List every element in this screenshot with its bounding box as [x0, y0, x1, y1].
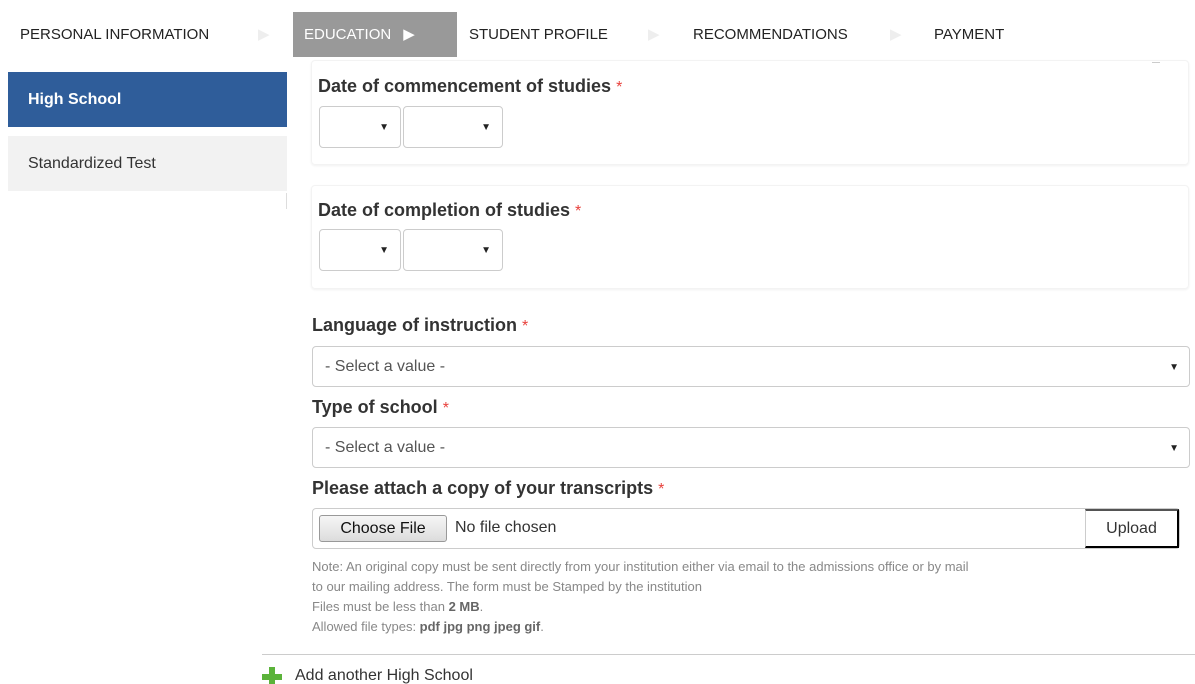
required-marker: *: [575, 203, 582, 220]
types-suffix: .: [540, 619, 544, 634]
plus-icon: [262, 667, 282, 684]
step-navigation: PERSONAL INFORMATION ▶ EDUCATION ▶ STUDEN…: [0, 12, 1195, 57]
note-line: Note: An original copy must be sent dire…: [312, 559, 969, 574]
step-label: STUDENT PROFILE: [469, 26, 608, 43]
select-value: - Select a value -: [325, 358, 446, 375]
step-arrow-icon: ▶: [258, 26, 270, 43]
note-line: to our mailing address. The form must be…: [312, 579, 702, 594]
file-status: No file chosen: [455, 519, 557, 536]
transcripts-label: Please attach a copy of your transcripts…: [312, 478, 664, 499]
required-marker: *: [522, 318, 529, 335]
completion-year-select[interactable]: ▼: [403, 229, 503, 271]
upload-note: Note: An original copy must be sent dire…: [312, 557, 1182, 637]
completion-label: Date of completion of studies *: [318, 200, 581, 221]
school-type-select[interactable]: - Select a value - ▼: [312, 427, 1190, 468]
transcript-file-input: Choose File No file chosen Upload: [312, 508, 1180, 549]
caret-down-icon: ▼: [1169, 362, 1179, 373]
step-arrow-icon: ▶: [890, 26, 902, 43]
size-value: 2 MB: [448, 599, 480, 614]
required-marker: *: [442, 400, 449, 417]
label-text: Date of completion of studies: [318, 200, 571, 220]
select-value: - Select a value -: [325, 439, 446, 456]
caret-down-icon: ▼: [379, 122, 389, 133]
commencement-label: Date of commencement of studies *: [318, 76, 622, 97]
label-text: Language of instruction: [312, 315, 517, 335]
types-value: pdf jpg png jpeg gif: [419, 619, 541, 634]
required-marker: *: [616, 79, 623, 96]
step-arrow-icon: ▶: [648, 26, 660, 43]
label-text: Please attach a copy of your transcripts: [312, 478, 654, 498]
step-label: RECOMMENDATIONS: [693, 26, 848, 43]
sidebar-item-standardized-test[interactable]: Standardized Test: [8, 136, 287, 191]
file-size-limit: Files must be less than 2 MB.: [312, 597, 1182, 617]
label-text: Type of school: [312, 397, 438, 417]
caret-down-icon: ▼: [481, 122, 491, 133]
step-label: PAYMENT: [934, 26, 1005, 43]
language-select[interactable]: - Select a value - ▼: [312, 346, 1190, 387]
size-prefix: Files must be less than: [312, 599, 449, 614]
types-prefix: Allowed file types:: [312, 619, 420, 634]
step-payment[interactable]: PAYMENT: [934, 12, 1004, 57]
step-label: EDUCATION: [304, 26, 392, 43]
caret-down-icon: ▼: [481, 245, 491, 256]
divider: [262, 654, 1195, 655]
step-recommendations[interactable]: RECOMMENDATIONS: [693, 12, 848, 57]
step-label: PERSONAL INFORMATION: [20, 26, 210, 43]
add-high-school-label: Add another High School: [295, 667, 473, 684]
required-marker: *: [658, 481, 665, 498]
step-personal-information[interactable]: PERSONAL INFORMATION: [20, 12, 209, 57]
completion-month-select[interactable]: ▼: [319, 229, 401, 271]
commencement-year-select[interactable]: ▼: [403, 106, 503, 148]
label-text: Date of commencement of studies: [318, 76, 612, 96]
choose-file-button[interactable]: Choose File: [319, 515, 447, 542]
sidebar-item-high-school[interactable]: High School: [8, 72, 287, 127]
language-label: Language of instruction *: [312, 315, 528, 336]
school-type-label: Type of school *: [312, 397, 449, 418]
step-student-profile[interactable]: STUDENT PROFILE: [469, 12, 608, 57]
allowed-file-types: Allowed file types: pdf jpg png jpeg gif…: [312, 617, 1182, 637]
size-suffix: .: [479, 599, 484, 614]
commencement-month-select[interactable]: ▼: [319, 106, 401, 148]
step-education[interactable]: EDUCATION ▶: [293, 12, 457, 57]
caret-down-icon: ▼: [1169, 443, 1179, 454]
caret-down-icon: ▼: [379, 245, 389, 256]
step-arrow-icon: ▶: [403, 26, 415, 43]
sidebar: High School Standardized Test: [8, 72, 287, 191]
sidebar-divider: [286, 193, 287, 209]
upload-button[interactable]: Upload: [1085, 509, 1179, 548]
